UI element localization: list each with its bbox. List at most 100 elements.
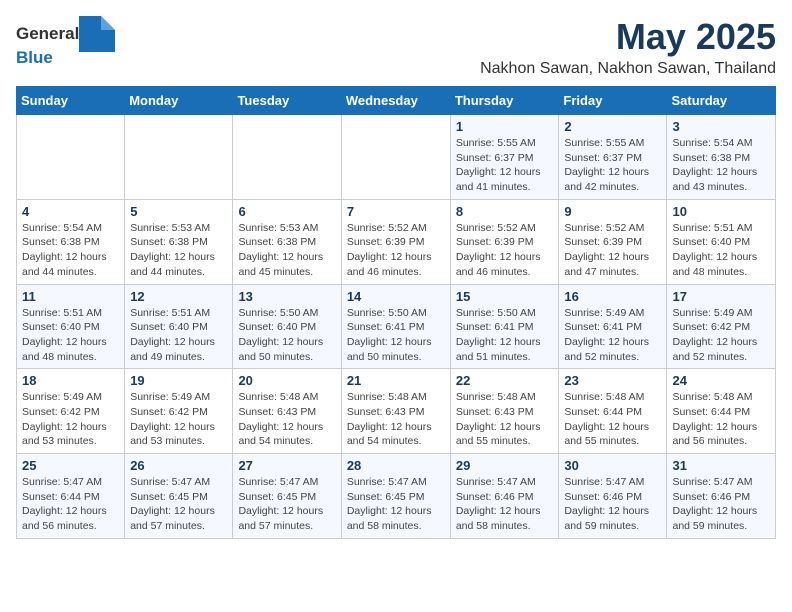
calendar-cell: 27 Sunrise: 5:47 AM Sunset: 6:45 PM Dayli… bbox=[233, 454, 341, 539]
day-info: Sunrise: 5:53 AM Sunset: 6:38 PM Dayligh… bbox=[238, 221, 335, 280]
calendar-cell: 24 Sunrise: 5:48 AM Sunset: 6:44 PM Dayli… bbox=[667, 369, 776, 454]
day-number: 24 bbox=[672, 373, 770, 388]
day-number: 17 bbox=[672, 289, 770, 304]
day-info: Sunrise: 5:49 AM Sunset: 6:41 PM Dayligh… bbox=[564, 306, 661, 365]
calendar-cell: 3Sunrise: 5:54 AM Sunset: 6:38 PM Daylig… bbox=[667, 115, 776, 200]
weekday-header-row: SundayMondayTuesdayWednesdayThursdayFrid… bbox=[17, 87, 776, 115]
day-number: 11 bbox=[22, 289, 119, 304]
calendar-week-row: 1 Sunrise: 5:55 AM Sunset: 6:37 PM Daylig… bbox=[17, 115, 776, 200]
day-info: Sunrise: 5:50 AM Sunset: 6:40 PM Dayligh… bbox=[238, 306, 335, 365]
day-info: Sunrise: 5:52 AM Sunset: 6:39 PM Dayligh… bbox=[347, 221, 445, 280]
day-info: Sunrise: 5:47 AM Sunset: 6:46 PM Dayligh… bbox=[456, 475, 554, 534]
day-number: 16 bbox=[564, 289, 661, 304]
day-number: 18 bbox=[22, 373, 119, 388]
calendar-cell: 2 Sunrise: 5:55 AM Sunset: 6:37 PM Daylig… bbox=[559, 115, 667, 200]
calendar-cell: 8 Sunrise: 5:52 AM Sunset: 6:39 PM Daylig… bbox=[450, 199, 559, 284]
day-info: Sunrise: 5:49 AM Sunset: 6:42 PM Dayligh… bbox=[22, 390, 119, 449]
calendar-cell bbox=[17, 115, 125, 200]
day-info: Sunrise: 5:47 AM Sunset: 6:45 PM Dayligh… bbox=[347, 475, 445, 534]
day-number: 7 bbox=[347, 204, 445, 219]
day-info: Sunrise: 5:47 AM Sunset: 6:45 PM Dayligh… bbox=[238, 475, 335, 534]
calendar-cell bbox=[341, 115, 450, 200]
day-info: Sunrise: 5:51 AM Sunset: 6:40 PM Dayligh… bbox=[22, 306, 119, 365]
calendar-cell: 31Sunrise: 5:47 AM Sunset: 6:46 PM Dayli… bbox=[667, 454, 776, 539]
calendar-week-row: 25Sunrise: 5:47 AM Sunset: 6:44 PM Dayli… bbox=[17, 454, 776, 539]
calendar-cell: 28 Sunrise: 5:47 AM Sunset: 6:45 PM Dayli… bbox=[341, 454, 450, 539]
calendar-cell: 20 Sunrise: 5:48 AM Sunset: 6:43 PM Dayli… bbox=[233, 369, 341, 454]
day-number: 10 bbox=[672, 204, 770, 219]
page-header: General Blue May 2025 Nakhon Sawan, Nakh… bbox=[16, 16, 776, 78]
calendar-cell: 17Sunrise: 5:49 AM Sunset: 6:42 PM Dayli… bbox=[667, 284, 776, 369]
weekday-header-tuesday: Tuesday bbox=[233, 87, 341, 115]
day-info: Sunrise: 5:54 AM Sunset: 6:38 PM Dayligh… bbox=[22, 221, 119, 280]
calendar-cell: 30 Sunrise: 5:47 AM Sunset: 6:46 PM Dayli… bbox=[559, 454, 667, 539]
calendar-cell: 7 Sunrise: 5:52 AM Sunset: 6:39 PM Daylig… bbox=[341, 199, 450, 284]
day-number: 20 bbox=[238, 373, 335, 388]
weekday-header-friday: Friday bbox=[559, 87, 667, 115]
calendar-cell: 12 Sunrise: 5:51 AM Sunset: 6:40 PM Dayli… bbox=[125, 284, 233, 369]
calendar-cell: 14 Sunrise: 5:50 AM Sunset: 6:41 PM Dayli… bbox=[341, 284, 450, 369]
day-info: Sunrise: 5:48 AM Sunset: 6:43 PM Dayligh… bbox=[347, 390, 445, 449]
logo-icon bbox=[79, 16, 115, 52]
calendar-cell: 9Sunrise: 5:52 AM Sunset: 6:39 PM Daylig… bbox=[559, 199, 667, 284]
day-info: Sunrise: 5:50 AM Sunset: 6:41 PM Dayligh… bbox=[347, 306, 445, 365]
day-number: 8 bbox=[456, 204, 554, 219]
calendar-week-row: 11 Sunrise: 5:51 AM Sunset: 6:40 PM Dayli… bbox=[17, 284, 776, 369]
weekday-header-wednesday: Wednesday bbox=[341, 87, 450, 115]
day-number: 23 bbox=[564, 373, 661, 388]
title-area: May 2025 Nakhon Sawan, Nakhon Sawan, Tha… bbox=[480, 16, 776, 78]
calendar-cell: 25Sunrise: 5:47 AM Sunset: 6:44 PM Dayli… bbox=[17, 454, 125, 539]
calendar-table: SundayMondayTuesdayWednesdayThursdayFrid… bbox=[16, 86, 776, 539]
day-number: 22 bbox=[456, 373, 554, 388]
calendar-cell: 13 Sunrise: 5:50 AM Sunset: 6:40 PM Dayli… bbox=[233, 284, 341, 369]
main-title: May 2025 bbox=[480, 16, 776, 58]
logo-text-blue: Blue bbox=[16, 48, 53, 68]
day-number: 15 bbox=[456, 289, 554, 304]
calendar-cell: 22Sunrise: 5:48 AM Sunset: 6:43 PM Dayli… bbox=[450, 369, 559, 454]
calendar-week-row: 18 Sunrise: 5:49 AM Sunset: 6:42 PM Dayli… bbox=[17, 369, 776, 454]
day-number: 21 bbox=[347, 373, 445, 388]
calendar-cell: 5Sunrise: 5:53 AM Sunset: 6:38 PM Daylig… bbox=[125, 199, 233, 284]
day-info: Sunrise: 5:47 AM Sunset: 6:44 PM Dayligh… bbox=[22, 475, 119, 534]
day-info: Sunrise: 5:47 AM Sunset: 6:46 PM Dayligh… bbox=[564, 475, 661, 534]
day-number: 1 bbox=[456, 119, 554, 134]
day-number: 30 bbox=[564, 458, 661, 473]
calendar-cell: 26Sunrise: 5:47 AM Sunset: 6:45 PM Dayli… bbox=[125, 454, 233, 539]
day-number: 27 bbox=[238, 458, 335, 473]
calendar-cell: 16 Sunrise: 5:49 AM Sunset: 6:41 PM Dayli… bbox=[559, 284, 667, 369]
day-info: Sunrise: 5:48 AM Sunset: 6:44 PM Dayligh… bbox=[672, 390, 770, 449]
day-info: Sunrise: 5:55 AM Sunset: 6:37 PM Dayligh… bbox=[456, 136, 554, 195]
day-info: Sunrise: 5:52 AM Sunset: 6:39 PM Dayligh… bbox=[564, 221, 661, 280]
calendar-cell: 4 Sunrise: 5:54 AM Sunset: 6:38 PM Daylig… bbox=[17, 199, 125, 284]
sub-title: Nakhon Sawan, Nakhon Sawan, Thailand bbox=[480, 60, 776, 78]
calendar-cell: 19Sunrise: 5:49 AM Sunset: 6:42 PM Dayli… bbox=[125, 369, 233, 454]
day-info: Sunrise: 5:48 AM Sunset: 6:44 PM Dayligh… bbox=[564, 390, 661, 449]
day-info: Sunrise: 5:48 AM Sunset: 6:43 PM Dayligh… bbox=[238, 390, 335, 449]
day-number: 12 bbox=[130, 289, 227, 304]
calendar-cell: 11 Sunrise: 5:51 AM Sunset: 6:40 PM Dayli… bbox=[17, 284, 125, 369]
calendar-cell: 21 Sunrise: 5:48 AM Sunset: 6:43 PM Dayli… bbox=[341, 369, 450, 454]
day-info: Sunrise: 5:51 AM Sunset: 6:40 PM Dayligh… bbox=[130, 306, 227, 365]
day-number: 28 bbox=[347, 458, 445, 473]
day-number: 2 bbox=[564, 119, 661, 134]
weekday-header-monday: Monday bbox=[125, 87, 233, 115]
day-info: Sunrise: 5:50 AM Sunset: 6:41 PM Dayligh… bbox=[456, 306, 554, 365]
day-number: 13 bbox=[238, 289, 335, 304]
calendar-cell: 1 Sunrise: 5:55 AM Sunset: 6:37 PM Daylig… bbox=[450, 115, 559, 200]
calendar-cell: 18 Sunrise: 5:49 AM Sunset: 6:42 PM Dayli… bbox=[17, 369, 125, 454]
logo-text-general: General bbox=[16, 25, 79, 44]
weekday-header-thursday: Thursday bbox=[450, 87, 559, 115]
calendar-cell: 29Sunrise: 5:47 AM Sunset: 6:46 PM Dayli… bbox=[450, 454, 559, 539]
calendar-cell: 6Sunrise: 5:53 AM Sunset: 6:38 PM Daylig… bbox=[233, 199, 341, 284]
calendar-cell bbox=[233, 115, 341, 200]
calendar-cell: 15 Sunrise: 5:50 AM Sunset: 6:41 PM Dayli… bbox=[450, 284, 559, 369]
day-info: Sunrise: 5:52 AM Sunset: 6:39 PM Dayligh… bbox=[456, 221, 554, 280]
day-info: Sunrise: 5:54 AM Sunset: 6:38 PM Dayligh… bbox=[672, 136, 770, 195]
day-info: Sunrise: 5:55 AM Sunset: 6:37 PM Dayligh… bbox=[564, 136, 661, 195]
day-info: Sunrise: 5:47 AM Sunset: 6:46 PM Dayligh… bbox=[672, 475, 770, 534]
day-number: 4 bbox=[22, 204, 119, 219]
day-number: 14 bbox=[347, 289, 445, 304]
day-number: 26 bbox=[130, 458, 227, 473]
weekday-header-sunday: Sunday bbox=[17, 87, 125, 115]
calendar-week-row: 4 Sunrise: 5:54 AM Sunset: 6:38 PM Daylig… bbox=[17, 199, 776, 284]
